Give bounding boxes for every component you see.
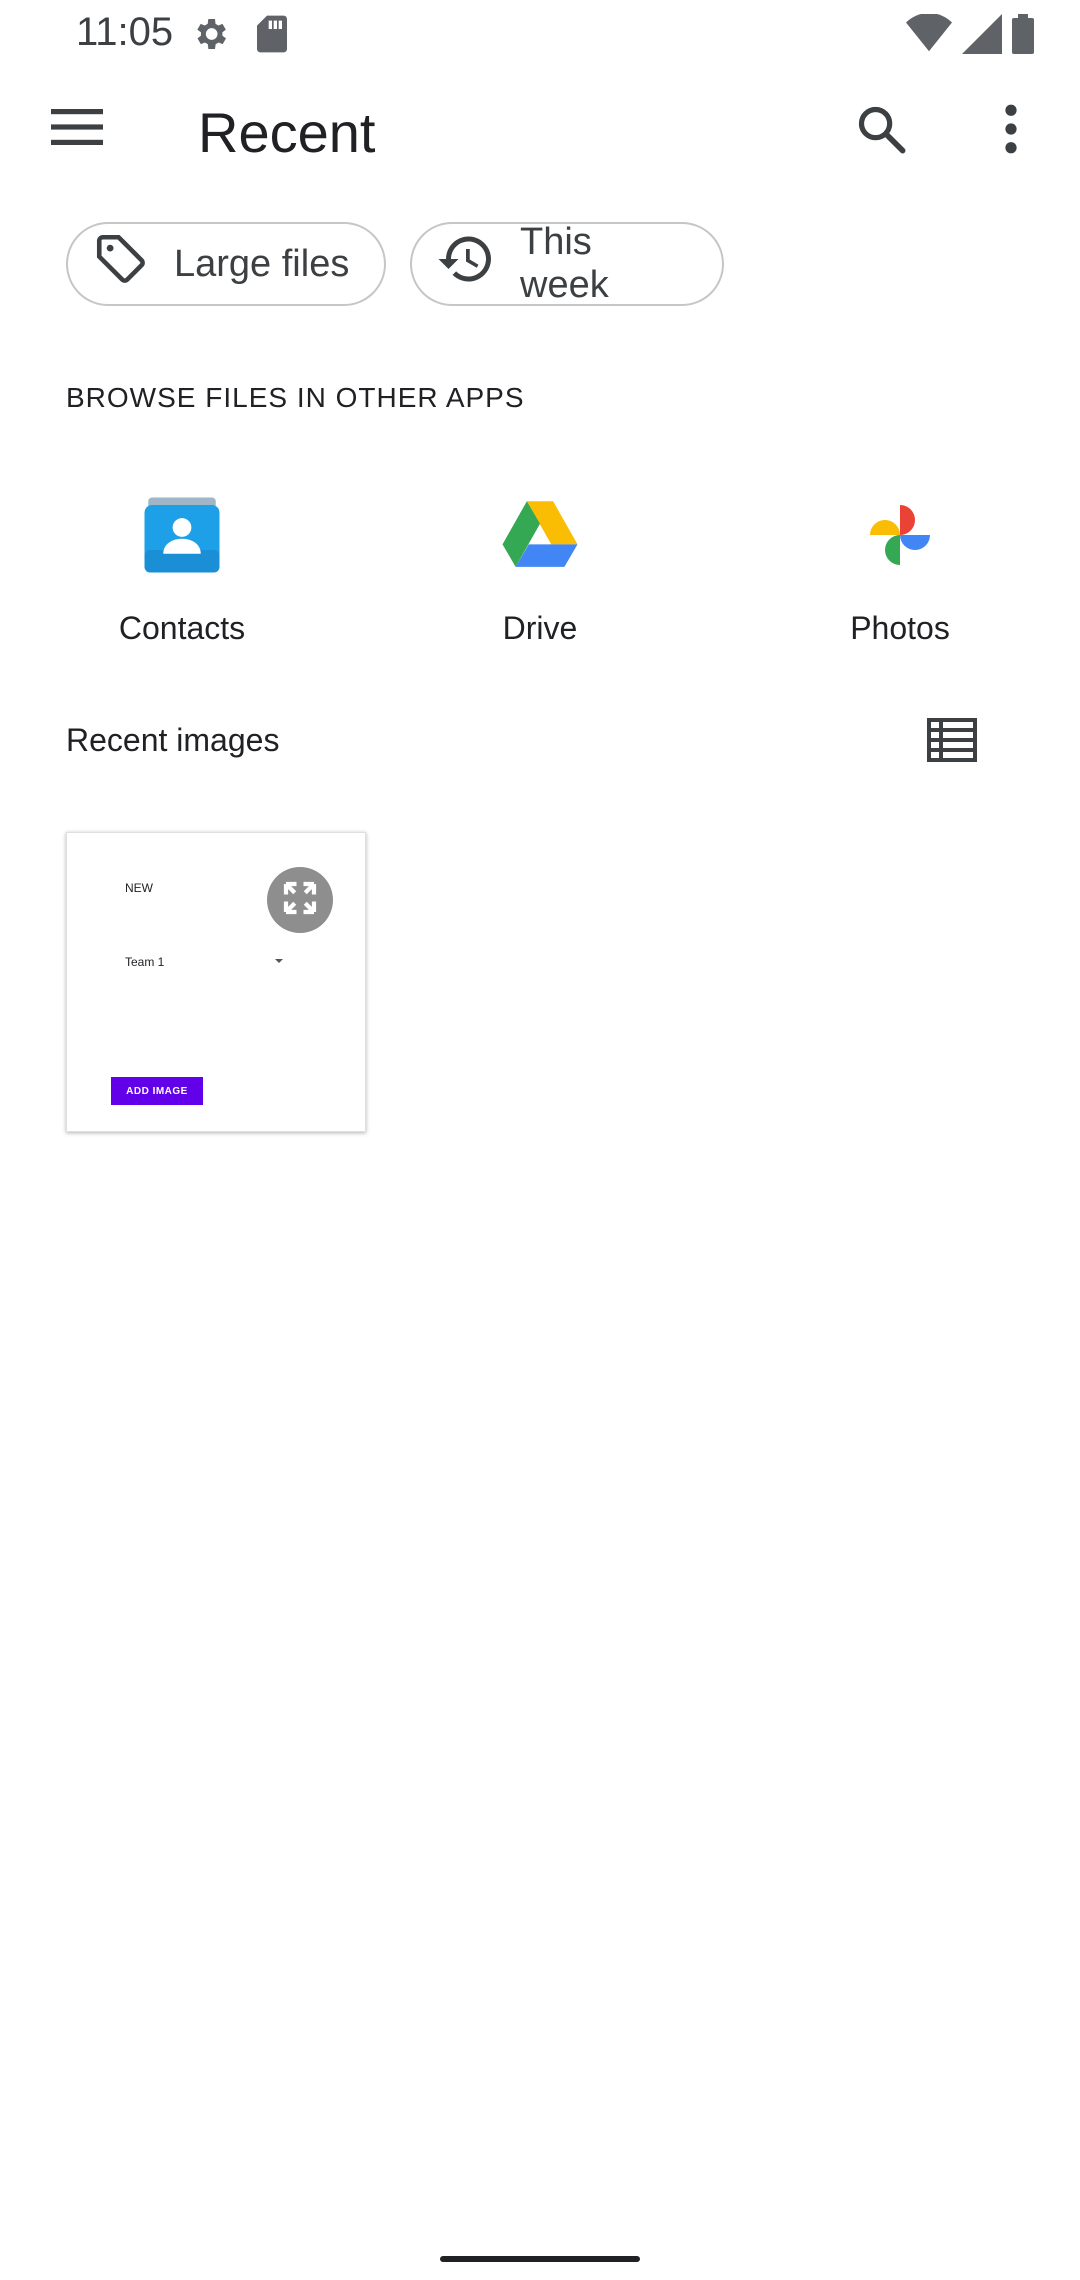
signal-icon [962, 14, 1002, 59]
hamburger-menu-icon [51, 107, 103, 152]
list-view-icon [927, 717, 977, 767]
thumbnail-text-new: NEW [125, 881, 153, 895]
contacts-app-icon [137, 490, 227, 580]
drive-app-icon [495, 490, 585, 580]
drive-app-label: Drive [502, 610, 578, 646]
wifi-icon [906, 12, 952, 59]
navigation-menu-button[interactable] [44, 96, 110, 162]
thumbnail-text-team: Team 1 [125, 955, 165, 969]
recent-image-thumbnail[interactable]: NEW Team 1 ADD IMAGE [66, 832, 366, 1132]
photos-app-icon [855, 490, 945, 580]
drive-app-tile[interactable]: Drive [430, 470, 650, 650]
view-toggle-button[interactable] [920, 710, 984, 774]
thumbnail-add-image-button: ADD IMAGE [111, 1077, 203, 1105]
large-files-chip[interactable]: Large files [66, 222, 386, 306]
contacts-app-label: Contacts [118, 610, 246, 646]
more-options-button[interactable] [976, 96, 1046, 166]
this-week-chip-label: This week [520, 221, 609, 306]
battery-icon [1012, 14, 1034, 59]
this-week-chip[interactable]: This week [410, 221, 724, 306]
status-time: 11:05 [76, 10, 174, 54]
history-icon [436, 229, 496, 299]
settings-icon [190, 14, 230, 59]
expand-icon [279, 877, 321, 924]
recent-images-title: Recent images [66, 722, 280, 758]
tag-icon [92, 230, 150, 298]
search-icon [855, 103, 907, 160]
contacts-app-tile[interactable]: Contacts [72, 470, 292, 650]
sd-card-icon [254, 14, 290, 59]
status-right-icons [906, 12, 1034, 59]
search-button[interactable] [846, 96, 916, 166]
photos-app-label: Photos [850, 610, 950, 646]
expand-preview-button[interactable] [267, 867, 333, 933]
browse-section-title: BROWSE FILES IN OTHER APPS [66, 382, 525, 413]
thumbnail-dropdown-caret [275, 959, 283, 963]
photos-app-tile[interactable]: Photos [790, 470, 1010, 650]
home-indicator[interactable] [440, 2256, 640, 2262]
more-vert-icon [1004, 104, 1018, 159]
page-title: Recent [198, 101, 376, 164]
large-files-chip-label: Large files [174, 242, 350, 285]
